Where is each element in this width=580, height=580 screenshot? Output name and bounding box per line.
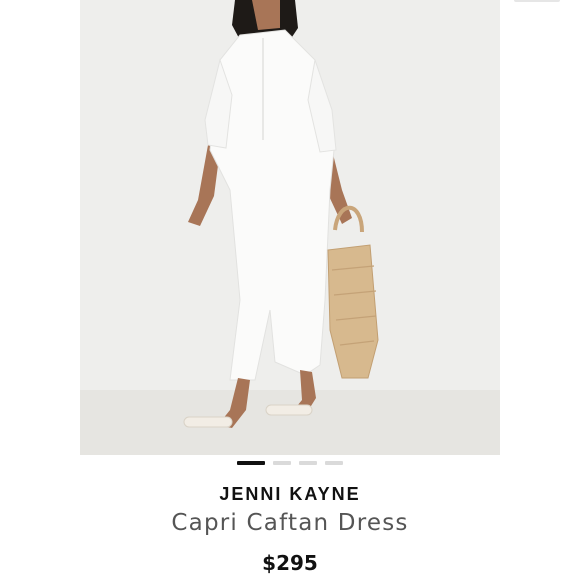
brand-name[interactable]: JENNI KAYNE [0,484,580,505]
product-image[interactable] [80,0,500,455]
carousel-dot-4[interactable] [325,461,343,465]
product-photo-illustration [80,0,500,455]
top-edge-tab [514,0,560,2]
carousel-dot-1[interactable] [237,461,265,465]
carousel-dot-2[interactable] [273,461,291,465]
product-price: $295 [262,551,318,575]
carousel-pagination [0,461,580,465]
product-title[interactable]: Capri Caftan Dress [0,510,580,536]
carousel-dot-3[interactable] [299,461,317,465]
